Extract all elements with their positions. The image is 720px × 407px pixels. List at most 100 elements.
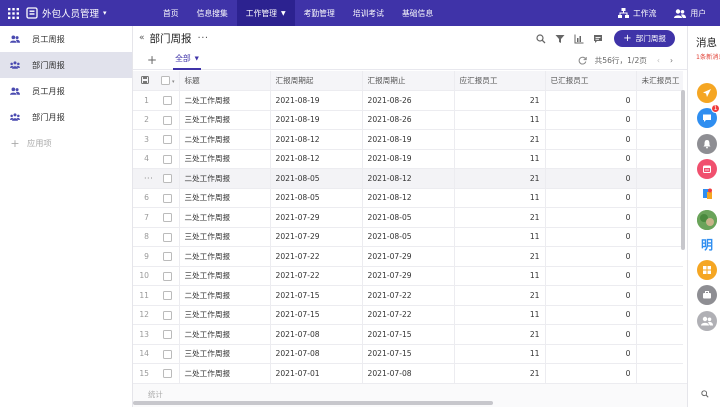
row-checkbox[interactable] [157,305,180,325]
cell-done-count[interactable]: 0 [545,344,637,364]
cell-due-count[interactable]: 11 [454,305,546,325]
vertical-scrollbar[interactable] [681,90,685,250]
new-messages-count[interactable]: 1条新消息 [696,52,720,61]
cell-pending-count[interactable] [636,285,683,306]
row-checkbox[interactable] [157,90,180,111]
cell-pending-count[interactable] [636,188,683,208]
table-row[interactable]: 1 二处工作周报 2021-08-19 2021-08-26 21 0 [133,90,683,111]
table-row[interactable]: ··· 二处工作周报 2021-08-05 2021-08-12 21 0 [133,168,683,189]
row-checkbox[interactable] [157,344,180,364]
briefcase-icon[interactable] [697,285,717,306]
cell-period-end[interactable]: 2021-08-05 [362,227,455,247]
prev-page-icon[interactable]: ‹ [657,56,660,65]
add-app-item-button[interactable]: + 应用项 [0,130,132,156]
cell-pending-count[interactable] [636,305,683,325]
cell-due-count[interactable]: 21 [454,207,546,228]
cell-due-count[interactable]: 21 [454,324,546,345]
nav-item[interactable]: 考勤管理 [295,0,344,26]
table-row[interactable]: 15 二处工作周报 2021-07-01 2021-07-08 21 0 [133,363,683,383]
cell-period-start[interactable]: 2021-08-05 [270,168,363,189]
row-checkbox[interactable] [157,285,180,306]
add-record-button[interactable]: + 部门周报 [614,30,675,47]
nav-item[interactable]: 工作管理 ▼ [236,0,295,26]
row-checkbox[interactable] [157,324,180,345]
horizontal-scrollbar[interactable] [133,401,493,405]
search-icon[interactable] [536,33,546,44]
cell-period-start[interactable]: 2021-08-12 [270,129,363,150]
cell-pending-count[interactable] [636,324,683,345]
cell-pending-count[interactable] [636,90,683,111]
cell-period-end[interactable]: 2021-08-26 [362,90,455,111]
cell-pending-count[interactable] [636,363,683,383]
cell-period-end[interactable]: 2021-08-19 [362,129,455,150]
cell-done-count[interactable]: 0 [545,266,637,286]
send-icon[interactable] [697,83,717,103]
cell-due-count[interactable]: 11 [454,149,546,169]
cell-due-count[interactable]: 21 [454,246,546,267]
people-icon[interactable] [697,310,717,331]
table-row[interactable]: 14 三处工作周报 2021-07-08 2021-07-15 11 0 [133,344,683,364]
cell-title[interactable]: 三处工作周报 [179,305,271,325]
row-checkbox[interactable] [157,363,180,383]
table-row[interactable]: 12 三处工作周报 2021-07-15 2021-07-22 11 0 [133,305,683,325]
cell-pending-count[interactable] [636,227,683,247]
nav-item[interactable]: 首页 [154,0,188,26]
cell-period-end[interactable]: 2021-08-12 [362,168,455,189]
chat-icon[interactable]: 1 [697,104,720,129]
cell-period-start[interactable]: 2021-07-29 [270,207,363,228]
row-checkbox[interactable] [157,129,180,150]
row-checkbox[interactable] [157,246,180,267]
cell-done-count[interactable]: 0 [545,168,637,189]
table-row[interactable]: 3 二处工作周报 2021-08-12 2021-08-19 21 0 [133,129,683,150]
cell-title[interactable]: 二处工作周报 [179,90,271,111]
column-header[interactable]: 标题 [179,71,271,91]
column-header[interactable]: 汇报周期起 [270,71,363,91]
cell-due-count[interactable]: 21 [454,168,546,189]
cell-period-end[interactable]: 2021-07-08 [362,363,455,383]
table-row[interactable]: 6 三处工作周报 2021-08-05 2021-08-12 11 0 [133,188,683,208]
cell-period-start[interactable]: 2021-07-01 [270,363,363,383]
cell-pending-count[interactable] [636,149,683,169]
row-checkbox[interactable] [157,227,180,247]
cell-done-count[interactable]: 0 [545,110,637,130]
row-checkbox[interactable] [157,207,180,228]
cell-due-count[interactable]: 11 [454,266,546,286]
tab-all[interactable]: 全部 ▼ [173,50,201,70]
cell-title[interactable]: 三处工作周报 [179,344,271,364]
cell-title[interactable]: 二处工作周报 [179,363,271,383]
cell-period-end[interactable]: 2021-07-22 [362,285,455,306]
row-checkbox[interactable] [157,168,180,189]
column-header[interactable]: 汇报周期止 [362,71,455,91]
apps-grid-icon[interactable] [697,260,717,281]
cell-title[interactable]: 三处工作周报 [179,227,271,247]
column-header[interactable]: 应汇报员工 [454,71,546,91]
bell-icon[interactable] [697,133,717,154]
table-row[interactable]: 13 二处工作周报 2021-07-08 2021-07-15 21 0 [133,324,683,345]
cell-due-count[interactable]: 21 [454,285,546,306]
app-switcher[interactable]: 外包人员管理 ▾ [26,6,146,20]
cell-due-count[interactable]: 11 [454,227,546,247]
table-row[interactable]: 10 三处工作周报 2021-07-22 2021-07-29 11 0 [133,266,683,286]
cell-period-start[interactable]: 2021-08-05 [270,188,363,208]
nav-item[interactable]: 培训考试 [344,0,393,26]
cell-title[interactable]: 三处工作周报 [179,149,271,169]
cell-period-end[interactable]: 2021-07-15 [362,324,455,345]
cell-period-start[interactable]: 2021-07-22 [270,246,363,267]
cell-title[interactable]: 二处工作周报 [179,168,271,189]
cell-period-start[interactable]: 2021-07-22 [270,266,363,286]
cell-done-count[interactable]: 0 [545,207,637,228]
cell-title[interactable]: 三处工作周报 [179,110,271,130]
cell-pending-count[interactable] [636,344,683,364]
cell-pending-count[interactable] [636,246,683,267]
column-header[interactable]: 未汇报员工 [636,71,683,91]
save-view-icon[interactable] [133,71,157,91]
cell-period-start[interactable]: 2021-08-19 [270,90,363,111]
cell-done-count[interactable]: 0 [545,246,637,267]
cell-pending-count[interactable] [636,110,683,130]
sidebar-item[interactable]: 员工月报 [0,78,132,104]
cell-due-count[interactable]: 21 [454,363,546,383]
cell-done-count[interactable]: 0 [545,363,637,383]
cell-period-start[interactable]: 2021-08-12 [270,149,363,169]
cell-title[interactable]: 二处工作周报 [179,129,271,150]
cell-done-count[interactable]: 0 [545,227,637,247]
